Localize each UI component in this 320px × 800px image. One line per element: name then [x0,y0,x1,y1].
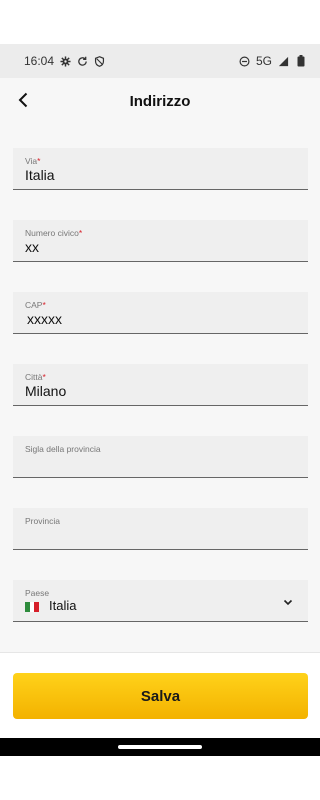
paese-select[interactable]: Paese Italia [13,580,308,622]
chevron-down-icon[interactable] [282,595,294,607]
signal-icon [278,56,289,67]
status-right: 5G [239,54,306,68]
paese-value: Italia [49,598,77,613]
via-value: Italia [25,167,55,183]
citta-value: Milano [25,383,67,399]
provincia-label: Provincia [25,516,60,526]
required-mark: * [42,372,46,382]
required-mark: * [78,228,83,238]
network-label: 5G [255,54,272,68]
sync-icon [77,56,88,67]
paese-label: Paese [25,588,50,598]
app-bar: Indirizzo [0,78,320,124]
sigla-provincia-label: Sigla della provincia [25,444,101,454]
citta-field[interactable]: Città* Milano [13,364,308,406]
battery-icon [295,55,306,67]
status-time: 16:04 [24,54,55,68]
address-form: Via* Italia Numero civico* xx CAP* xxxxx… [0,124,320,652]
cap-label: CAP* [25,300,46,310]
provincia-field[interactable]: Provincia [13,508,308,550]
back-arrow-icon[interactable] [14,90,34,110]
required-mark: * [42,300,46,310]
italy-flag-icon [25,601,39,612]
status-left: 16:04 [24,54,105,68]
required-mark: * [37,156,41,166]
numero-civico-value: xx [25,239,39,255]
via-field[interactable]: Via* Italia [13,148,308,190]
save-button[interactable]: Salva [13,673,308,719]
cap-value: xxxxx [27,311,62,327]
status-bar: 16:04 5G [0,44,320,78]
numero-civico-field[interactable]: Numero civico* xx [13,220,308,262]
system-nav-bar [0,738,320,756]
cap-field[interactable]: CAP* xxxxx [13,292,308,334]
shield-icon [94,55,105,67]
numero-civico-label: Numero civico* [25,228,83,238]
page-title: Indirizzo [129,92,191,110]
home-gesture-bar[interactable] [118,745,202,749]
paese-value-row: Italia [25,598,76,613]
citta-label: Città* [25,372,46,382]
bottom-bar: Salva [0,652,320,738]
via-label: Via* [25,156,41,166]
dnd-icon [239,56,250,67]
sigla-provincia-field[interactable]: Sigla della provincia [13,436,308,478]
gear-icon [60,55,71,67]
